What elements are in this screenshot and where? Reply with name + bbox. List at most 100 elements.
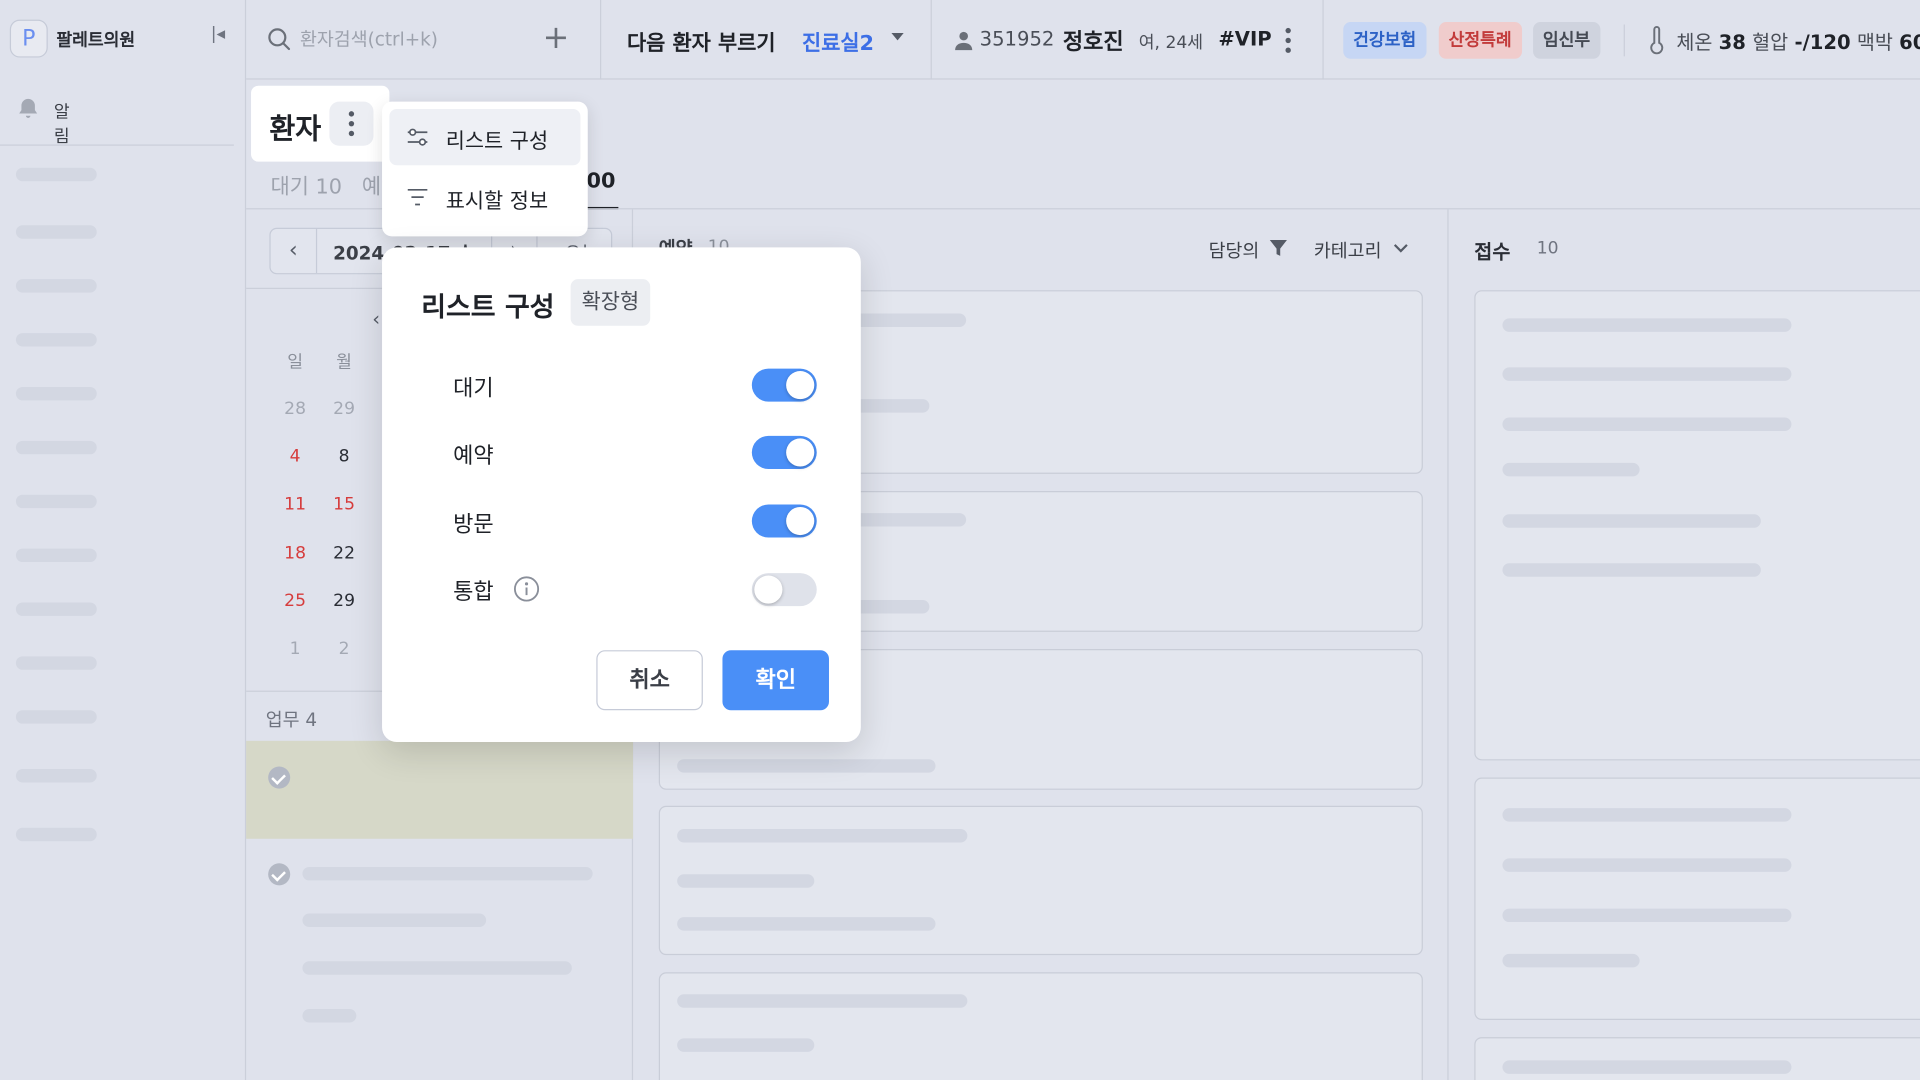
brand[interactable]: P 팔레트의원 |◂ xyxy=(9,19,235,62)
patient-search-input[interactable] xyxy=(300,24,533,54)
calendar-day[interactable]: 18 xyxy=(277,544,314,564)
sidebar-skeleton xyxy=(15,494,97,509)
check-circle-icon[interactable] xyxy=(268,863,291,886)
chevron-down-icon[interactable] xyxy=(1392,241,1409,256)
patient-id: 351952 xyxy=(979,26,1055,51)
card-skeleton xyxy=(1502,514,1761,528)
add-patient-button[interactable]: + xyxy=(541,20,570,57)
calendar-day[interactable]: 29 xyxy=(326,591,363,611)
room-selector[interactable]: 진료실2 xyxy=(802,26,874,56)
sidebar-skeleton xyxy=(15,602,97,616)
sidebar-skeleton xyxy=(15,656,97,670)
toggle-visit[interactable] xyxy=(751,504,817,538)
option-label-waiting: 대기 xyxy=(453,375,494,402)
topbar-divider xyxy=(930,0,932,80)
prev-month-icon[interactable]: ‹ xyxy=(372,307,380,330)
top-bar: + 다음 환자 부르기 진료실2 351952 정호진 여, 24세 #VIP … xyxy=(246,0,1920,80)
calendar-day[interactable]: 22 xyxy=(326,544,363,564)
clinic-name: 팔레트의원 xyxy=(56,30,136,51)
special-case-badge: 산정특례 xyxy=(1438,22,1522,59)
registration-card[interactable] xyxy=(1474,1037,1920,1080)
weekday-mon: 월 xyxy=(336,352,352,373)
toggle-waiting[interactable] xyxy=(751,368,817,402)
temp-value: 38 xyxy=(1718,30,1746,54)
topbar-divider xyxy=(1322,0,1324,80)
patient-info: 여, 24세 xyxy=(1138,33,1204,53)
check-circle-icon[interactable] xyxy=(268,766,291,789)
card-skeleton xyxy=(1502,858,1792,872)
task-skeleton xyxy=(302,913,487,927)
patients-menu-button[interactable] xyxy=(329,101,374,146)
sidebar-skeleton xyxy=(15,333,97,347)
toggle-knob xyxy=(786,438,815,467)
collapse-sidebar-icon[interactable]: |◂ xyxy=(208,24,228,44)
prev-date-button[interactable]: ‹ xyxy=(271,228,318,274)
calendar-day[interactable]: 2 xyxy=(326,639,363,659)
temp-label: 체온 xyxy=(1676,30,1713,54)
calendar-day[interactable]: 28 xyxy=(277,399,314,419)
info-icon[interactable] xyxy=(513,576,540,603)
patient-name[interactable]: 정호진 xyxy=(1063,24,1124,56)
filter-icon[interactable] xyxy=(1269,239,1289,259)
calendar-day[interactable]: 29 xyxy=(326,399,363,419)
card-skeleton xyxy=(1502,367,1792,381)
toggle-integrated[interactable] xyxy=(751,573,817,607)
sidebar-item-label: 알림 xyxy=(53,102,70,147)
card-skeleton xyxy=(677,917,936,931)
cancel-button[interactable]: 취소 xyxy=(596,650,703,711)
calendar-day[interactable]: 8 xyxy=(326,447,363,467)
tab-total[interactable]: 00 xyxy=(587,169,616,193)
insurance-badge: 건강보험 xyxy=(1343,22,1426,59)
card-skeleton xyxy=(1502,808,1792,822)
category-dropdown[interactable]: 카테고리 xyxy=(1314,238,1382,264)
caret-down-icon[interactable] xyxy=(891,33,904,41)
pregnant-badge: 임신부 xyxy=(1533,22,1600,59)
reservation-card[interactable] xyxy=(658,805,1423,956)
card-skeleton xyxy=(1502,908,1792,923)
pulse-label: 맥박 xyxy=(1856,30,1893,54)
card-skeleton xyxy=(677,874,815,888)
task-skeleton xyxy=(302,866,593,881)
menu-item-label: 표시할 정보 xyxy=(445,189,549,215)
reservation-card[interactable] xyxy=(658,972,1423,1080)
task-row[interactable] xyxy=(246,740,634,839)
thermometer-icon xyxy=(1650,25,1664,55)
patients-title-card: 환자 xyxy=(251,85,390,162)
tab-waiting[interactable]: 대기 10 예약 xyxy=(271,169,401,199)
sidebar-skeleton xyxy=(15,279,97,293)
bp-label: 혈압 xyxy=(1752,30,1789,54)
pulse-value: 60 xyxy=(1899,30,1920,54)
dialog-type-tag: 확장형 xyxy=(570,279,651,326)
card-skeleton xyxy=(1502,462,1640,477)
sliders-icon xyxy=(407,128,428,146)
sidebar-skeleton xyxy=(15,768,97,783)
dialog-title: 리스트 구성 xyxy=(421,292,555,324)
more-vertical-icon xyxy=(348,111,355,137)
card-skeleton xyxy=(843,513,967,527)
toggle-knob xyxy=(754,575,783,604)
confirm-button[interactable]: 확인 xyxy=(722,650,829,711)
card-skeleton xyxy=(1502,318,1792,332)
calendar-day[interactable]: 15 xyxy=(326,495,363,515)
toggle-reservation[interactable] xyxy=(751,435,817,469)
menu-item-label: 리스트 구성 xyxy=(445,129,549,155)
next-patient-call-button[interactable]: 다음 환자 부르기 xyxy=(627,26,776,56)
more-vertical-icon[interactable] xyxy=(1282,24,1294,56)
topbar-divider xyxy=(1623,24,1625,57)
task-skeleton xyxy=(302,961,572,975)
registration-card[interactable] xyxy=(1474,290,1920,761)
calendar-day[interactable]: 1 xyxy=(277,639,314,659)
card-skeleton xyxy=(1502,953,1640,968)
search-icon xyxy=(268,28,291,51)
registration-card[interactable] xyxy=(1474,777,1920,1021)
calendar-day[interactable]: 11 xyxy=(277,495,314,515)
assignee-filter[interactable]: 담당의 xyxy=(1209,238,1260,264)
filter-lines-icon xyxy=(407,188,428,206)
calendar-day[interactable]: 4 xyxy=(277,447,314,467)
bp-value: -/120 xyxy=(1794,30,1851,54)
calendar-day[interactable]: 25 xyxy=(277,591,314,611)
menu-item-display-info[interactable]: 표시할 정보 xyxy=(389,169,580,225)
menu-item-list-config[interactable]: 리스트 구성 xyxy=(389,108,581,166)
weekday-sun: 일 xyxy=(287,352,303,373)
sidebar-skeleton xyxy=(15,548,97,563)
